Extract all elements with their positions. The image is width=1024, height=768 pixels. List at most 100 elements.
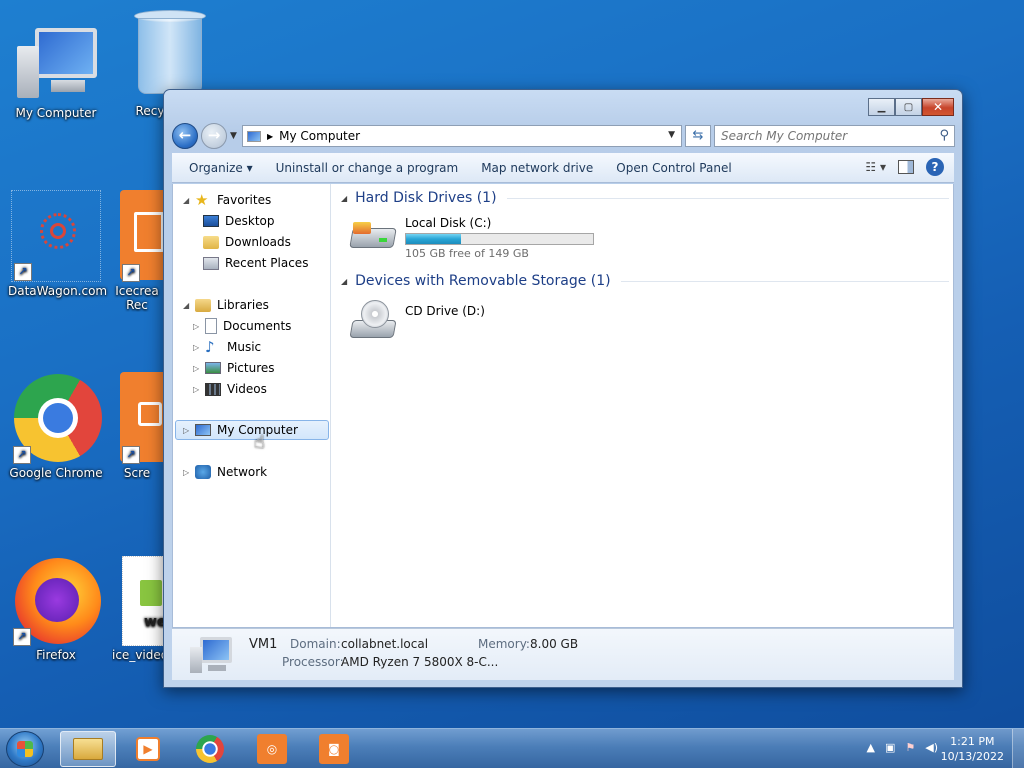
group-header-removable-storage[interactable]: ◢ Devices with Removable Storage (1) xyxy=(341,273,949,289)
organize-button[interactable]: Organize ▾ xyxy=(189,161,253,175)
action-center-icon[interactable]: ⚑ xyxy=(905,741,915,754)
close-button[interactable]: ✕ xyxy=(922,98,954,116)
preview-pane-icon[interactable] xyxy=(898,160,914,174)
nav-item-pictures[interactable]: ▷ Pictures xyxy=(193,358,275,378)
search-input[interactable] xyxy=(721,126,921,146)
nav-label: Network xyxy=(217,465,268,479)
address-bar[interactable]: ▶ My Computer ▼ xyxy=(242,125,682,147)
details-pane: VM1 Domain: collabnet.local Memory: 8.00… xyxy=(172,628,954,680)
expand-arrow-icon[interactable]: ▷ xyxy=(193,322,205,331)
command-bar: Organize ▾ Uninstall or change a program… xyxy=(172,153,954,183)
nav-item-desktop[interactable]: Desktop xyxy=(203,211,275,231)
recycle-bin-icon xyxy=(128,6,208,102)
taskbar-explorer-button[interactable] xyxy=(60,731,116,767)
collapse-arrow-icon[interactable]: ◢ xyxy=(183,301,195,310)
computer-icon xyxy=(11,22,101,104)
caption-buttons: ▁ ▢ ✕ xyxy=(868,98,954,116)
nav-item-favorites[interactable]: ◢ ★ Favorites xyxy=(183,190,271,210)
group-header-hard-disk-drives[interactable]: ◢ Hard Disk Drives (1) xyxy=(341,190,949,206)
desktop-icon-label: Google Chrome xyxy=(9,466,103,480)
windows-logo-icon xyxy=(17,741,33,757)
drive-local-disk-c[interactable]: Local Disk (C:) 105 GB free of 149 GB xyxy=(349,216,594,260)
desktop-icon-label: Rec xyxy=(126,298,148,312)
expand-arrow-icon[interactable]: ▷ xyxy=(183,468,195,477)
nav-item-libraries[interactable]: ◢ Libraries xyxy=(183,295,269,315)
desktop-icon-screen-recorder[interactable]: ↗ Scre xyxy=(110,372,164,480)
expand-arrow-icon[interactable]: ▷ xyxy=(193,385,205,394)
desktop-icon-firefox[interactable]: ↗ Firefox xyxy=(8,556,104,662)
group-title: Hard Disk Drives (1) xyxy=(355,190,497,206)
explorer-window: ▁ ▢ ✕ ← → ▼ ▶ My Computer ▼ ⇆ ⚲ Organize… xyxy=(163,89,963,688)
nav-item-network[interactable]: ▷ Network xyxy=(183,462,267,482)
start-button[interactable] xyxy=(6,731,44,767)
drive-usage-bar xyxy=(405,233,594,245)
uninstall-program-button[interactable]: Uninstall or change a program xyxy=(276,161,459,175)
show-desktop-button[interactable] xyxy=(1012,729,1024,768)
star-icon: ★ xyxy=(195,191,209,209)
content-pane: ◢ Hard Disk Drives (1) Local Disk (C:) 1… xyxy=(333,184,953,627)
desktop-icon-ice-video[interactable]: we ice_video xyxy=(112,556,164,662)
show-hidden-icons-icon[interactable]: ▲ xyxy=(866,741,874,754)
view-options-icon[interactable]: ☷ ▾ xyxy=(865,160,886,174)
search-icon[interactable]: ⚲ xyxy=(939,128,949,143)
chrome-icon: ↗ xyxy=(11,372,102,464)
forward-button[interactable]: → xyxy=(201,123,227,149)
desktop-icon-datawagon[interactable]: ↗ DataWagon.com xyxy=(8,190,107,298)
folder-icon xyxy=(73,738,103,760)
search-box[interactable]: ⚲ xyxy=(714,125,955,147)
recent-pages-dropdown[interactable]: ▼ xyxy=(230,131,237,141)
nav-item-videos[interactable]: ▷ Videos xyxy=(193,379,267,399)
desktop-icon-icecream-recorder[interactable]: ↗ Icecrea Rec xyxy=(110,190,164,312)
nav-item-music[interactable]: ▷ ♪ Music xyxy=(193,337,261,357)
back-button[interactable]: ← xyxy=(172,123,198,149)
breadcrumb-chevron-icon[interactable]: ▶ xyxy=(267,132,273,141)
nav-label: Libraries xyxy=(217,298,269,312)
minimize-button[interactable]: ▁ xyxy=(868,98,895,116)
nav-label: Videos xyxy=(227,382,267,396)
hand-cursor-icon: ☝ xyxy=(254,432,265,453)
maximize-button[interactable]: ▢ xyxy=(895,98,922,116)
group-divider xyxy=(506,197,949,199)
memory-value: 8.00 GB xyxy=(530,637,579,651)
open-control-panel-button[interactable]: Open Control Panel xyxy=(616,161,731,175)
shortcut-arrow-icon: ↗ xyxy=(13,446,31,464)
expand-arrow-icon[interactable]: ▷ xyxy=(193,364,205,373)
expand-arrow-icon[interactable]: ▷ xyxy=(183,426,195,435)
desktop-icon-my-computer[interactable]: My Computer xyxy=(8,22,104,120)
expand-arrow-icon[interactable]: ▷ xyxy=(193,343,205,352)
desktop-icon-google-chrome[interactable]: ↗ Google Chrome xyxy=(8,372,104,480)
nav-item-documents[interactable]: ▷ Documents xyxy=(193,316,291,336)
desktop-icon-label: Icecrea xyxy=(115,284,159,298)
nav-item-my-computer[interactable]: ▷ My Computer xyxy=(175,420,329,440)
processor-label: Processor: xyxy=(282,655,344,669)
clock-time: 1:21 PM xyxy=(950,735,995,748)
help-icon[interactable]: ? xyxy=(926,158,944,176)
icecream-recorder-icon: ↗ xyxy=(110,190,164,282)
volume-icon[interactable]: ◀) xyxy=(925,741,938,754)
clock[interactable]: 1:21 PM 10/13/2022 xyxy=(941,734,1004,764)
breadcrumb-my-computer[interactable]: My Computer xyxy=(279,129,360,143)
collapse-arrow-icon[interactable]: ◢ xyxy=(183,196,195,205)
shortcut-arrow-icon: ↗ xyxy=(122,264,140,282)
memory-label: Memory: xyxy=(478,637,530,651)
chrome-icon xyxy=(196,735,224,763)
refresh-button[interactable]: ⇆ xyxy=(685,125,711,147)
pictures-icon xyxy=(205,362,221,374)
nav-label: Recent Places xyxy=(225,256,309,270)
taskbar-icecream-recorder-button[interactable]: ◎ xyxy=(244,731,300,767)
documents-icon xyxy=(205,318,217,334)
address-dropdown-icon[interactable]: ▼ xyxy=(668,130,675,140)
collapse-arrow-icon[interactable]: ◢ xyxy=(341,277,347,286)
taskbar-screenshot-button[interactable]: ◙ xyxy=(306,731,362,767)
desktop-icon-label: My Computer xyxy=(15,106,97,120)
navigation-pane: ◢ ★ Favorites Desktop Downloads Recent P… xyxy=(173,184,331,627)
nav-item-downloads[interactable]: Downloads xyxy=(203,232,291,252)
drive-cd-d[interactable]: CD Drive (D:) xyxy=(349,300,485,344)
map-network-drive-button[interactable]: Map network drive xyxy=(481,161,593,175)
taskbar-media-player-button[interactable]: ▶ xyxy=(120,731,176,767)
music-icon: ♪ xyxy=(205,338,215,356)
network-tray-icon[interactable]: ▣ xyxy=(885,741,895,754)
collapse-arrow-icon[interactable]: ◢ xyxy=(341,194,347,203)
taskbar-chrome-button[interactable] xyxy=(182,731,238,767)
nav-item-recent-places[interactable]: Recent Places xyxy=(203,253,308,273)
